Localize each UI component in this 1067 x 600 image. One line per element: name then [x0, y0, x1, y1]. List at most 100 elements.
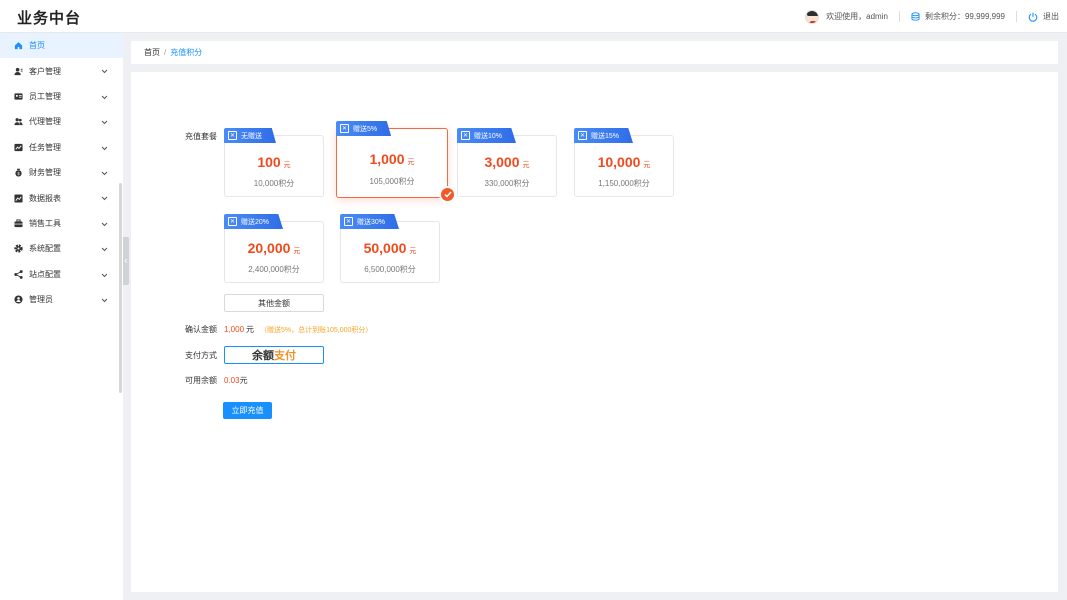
- package-amount-value: 10,000: [597, 154, 641, 170]
- gift-icon: ✕: [461, 131, 470, 140]
- yuan-unit: 元: [239, 376, 248, 385]
- package-tag-text: 无赠送: [241, 132, 262, 140]
- package-amount: 50,000 元: [341, 240, 439, 256]
- sidebar-item-label: 员工管理: [29, 91, 61, 101]
- gift-icon: ✕: [578, 131, 587, 140]
- balance-payment-option[interactable]: 余额 支付: [224, 346, 324, 364]
- yuan-unit: 元: [522, 162, 530, 169]
- chevron-down-icon: [101, 67, 108, 76]
- breadcrumb-separator: /: [164, 48, 167, 57]
- package-amount: 20,000 元: [225, 240, 323, 256]
- customer-icon: [13, 66, 23, 76]
- package-card[interactable]: ✕ 赠送30% 50,000 元 6,500,000积分: [340, 214, 440, 283]
- share-icon: [13, 269, 23, 279]
- report-icon: [13, 193, 23, 203]
- sidebar-item-employee[interactable]: 员工管理: [0, 84, 123, 109]
- package-card[interactable]: ✕ 赠送20% 20,000 元 2,400,000积分: [224, 214, 324, 283]
- package-tag: ✕ 赠送10%: [457, 128, 517, 143]
- sidebar-item-finance[interactable]: $ 财务管理: [0, 160, 123, 185]
- package-points: 10,000积分: [253, 179, 295, 188]
- package-label: 充值套餐: [185, 132, 217, 141]
- yuan-unit: 元: [293, 248, 301, 255]
- sidebar-item-customer[interactable]: 客户管理: [0, 58, 123, 83]
- confirm-amount: 1,000 元: [224, 324, 254, 335]
- package-amount: 3,000 元: [458, 154, 556, 170]
- yuan-unit: 元: [407, 159, 415, 166]
- sidebar-item-task[interactable]: 任务管理: [0, 135, 123, 160]
- available-balance-label: 可用余额: [185, 376, 217, 385]
- payment-method-label: 支付方式: [185, 351, 217, 360]
- package-tag-text: 赠送5%: [353, 125, 378, 133]
- package-card[interactable]: ✕ 无赠送 100 元 10,000积分: [224, 128, 324, 197]
- sidebar-item-label: 站点配置: [29, 269, 61, 279]
- breadcrumb: 首页 / 充值积分: [131, 41, 1058, 64]
- logout-link[interactable]: 退出: [1043, 11, 1059, 22]
- gift-icon: ✕: [228, 131, 237, 140]
- power-icon[interactable]: [1028, 12, 1038, 22]
- sidebar-item-report[interactable]: 数据报表: [0, 185, 123, 210]
- chevron-left-icon: [124, 258, 128, 264]
- sidebar-item-label: 首页: [29, 41, 45, 51]
- package-tag: ✕ 赠送30%: [340, 214, 400, 229]
- yuan-unit: 元: [246, 325, 255, 334]
- available-balance-value: 0.03: [224, 376, 240, 385]
- sidebar-item-tools[interactable]: 销售工具: [0, 211, 123, 236]
- package-points: 1,150,000积分: [598, 179, 650, 188]
- app-logo[interactable]: 业务中台: [17, 7, 81, 28]
- package-card[interactable]: ✕ 赠送15% 10,000 元 1,150,000积分: [574, 128, 674, 197]
- package-tag: ✕ 赠送5%: [336, 121, 392, 136]
- chevron-down-icon: [101, 271, 108, 280]
- bonus-note: （赠送5%，总计到账105,000积分）: [260, 327, 373, 334]
- sidebar-item-site[interactable]: 站点配置: [0, 262, 123, 287]
- yuan-unit: 元: [643, 162, 651, 169]
- sidebar-item-home[interactable]: 首页: [0, 33, 123, 59]
- chevron-down-icon: [101, 220, 108, 229]
- sidebar-item-label: 销售工具: [29, 218, 61, 228]
- package-tag: ✕ 无赠送: [224, 128, 276, 143]
- package-amount-value: 50,000: [363, 240, 407, 256]
- package-tag: ✕ 赠送20%: [224, 214, 284, 229]
- sidebar-item-label: 任务管理: [29, 142, 61, 152]
- sidebar-item-label: 管理员: [29, 295, 53, 305]
- chevron-down-icon: [101, 169, 108, 178]
- package-tag-text: 赠送20%: [241, 218, 270, 226]
- top-header: 业务中台 欢迎使用，admin 剩余积分：99,999,999 退出: [0, 0, 1067, 33]
- employee-icon: [13, 91, 23, 101]
- package-amount-value: 1,000: [369, 151, 405, 167]
- package-card[interactable]: ✕ 赠送10% 3,000 元 330,000积分: [457, 128, 557, 197]
- breadcrumb-home[interactable]: 首页: [144, 47, 160, 58]
- task-icon: [13, 142, 23, 152]
- sidebar-item-label: 系统配置: [29, 244, 61, 254]
- sidebar-item-settings[interactable]: 系统配置: [0, 236, 123, 261]
- confirm-amount-value: 1,000: [224, 325, 245, 334]
- svg-text:$: $: [17, 171, 20, 177]
- avatar[interactable]: [805, 9, 820, 24]
- sidebar-item-agent[interactable]: 代理管理: [0, 109, 123, 134]
- package-amount: 1,000 元: [337, 151, 447, 167]
- other-amount-button[interactable]: 其他金额: [224, 294, 324, 312]
- gift-icon: ✕: [228, 217, 237, 226]
- sidebar-item-admin[interactable]: 管理员: [0, 287, 123, 312]
- package-tag-text: 赠送30%: [357, 218, 386, 226]
- tools-icon: [13, 218, 23, 228]
- package-points: 2,400,000积分: [248, 265, 300, 274]
- package-amount-value: 20,000: [247, 240, 291, 256]
- finance-icon: $: [13, 168, 23, 178]
- recharge-now-button[interactable]: 立即充值: [223, 402, 272, 419]
- package-card-selected[interactable]: ✕ 赠送5% 1,000 元 105,000积分: [336, 121, 456, 203]
- chevron-down-icon: [101, 118, 108, 127]
- home-icon: [13, 41, 23, 51]
- sidebar-item-label: 代理管理: [29, 117, 61, 127]
- confirm-amount-label: 确认金额: [185, 325, 217, 334]
- sidebar: 首页 客户管理 员工管理 代理管理 任务管理 $ 财务管理 数据报表 销售工具 …: [0, 33, 123, 600]
- sidebar-scrollbar[interactable]: [119, 183, 122, 393]
- header-divider: [1016, 11, 1017, 22]
- sidebar-collapse-handle[interactable]: [123, 237, 129, 285]
- yuan-unit: 元: [409, 248, 417, 255]
- chevron-down-icon: [101, 245, 108, 254]
- sidebar-item-label: 客户管理: [29, 66, 61, 76]
- welcome-text: 欢迎使用，admin: [826, 12, 888, 21]
- sidebar-item-label: 财务管理: [29, 168, 61, 178]
- package-tag-text: 赠送15%: [591, 132, 620, 140]
- available-balance: 0.03元: [224, 375, 248, 386]
